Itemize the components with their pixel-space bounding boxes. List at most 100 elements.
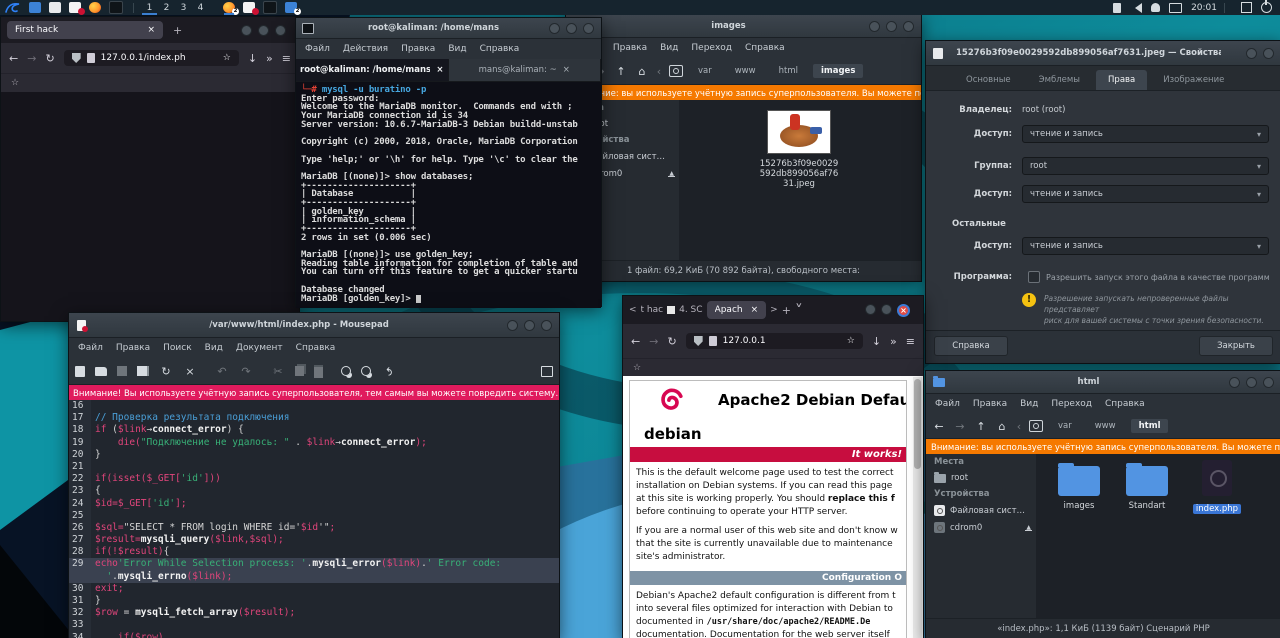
up-button[interactable]: ↑ <box>974 420 988 433</box>
taskbar-terminal-icon[interactable] <box>263 1 277 14</box>
copy-icon[interactable] <box>295 366 304 376</box>
menu-help[interactable]: Справка <box>1105 399 1145 409</box>
terminal-tab-mans[interactable]: mans@kaliman: ~ × <box>449 59 602 81</box>
bookmark-star-icon[interactable]: ☆ <box>223 53 231 63</box>
close-dialog-button[interactable]: Закрыть <box>1199 336 1273 356</box>
launcher-terminal-icon[interactable] <box>109 1 123 14</box>
eject-icon[interactable]: ▲ <box>668 171 675 177</box>
downloads-button[interactable]: ↓ <box>248 52 257 65</box>
tab-permissions[interactable]: Права <box>1096 70 1147 90</box>
minimize-button[interactable] <box>241 25 252 36</box>
menu-edit[interactable]: Правка <box>613 43 647 53</box>
menu-edit[interactable]: Правка <box>401 44 435 54</box>
clipboard-tray-icon[interactable] <box>1113 3 1121 13</box>
html-titlebar[interactable]: html <box>926 371 1280 394</box>
sidebar-item-cdrom[interactable]: cdrom0▲ <box>926 519 1036 536</box>
menu-help[interactable]: Справка <box>745 43 785 53</box>
menu-go[interactable]: Переход <box>1051 399 1092 409</box>
menu-help[interactable]: Справка <box>480 44 520 54</box>
reload-button[interactable]: ↻ <box>667 335 676 348</box>
eject-icon[interactable]: ▲ <box>1025 525 1032 531</box>
taskbar-thunar-icon[interactable]: 2 <box>285 2 297 13</box>
taskbar-mousepad-icon[interactable] <box>243 2 255 13</box>
close-button[interactable] <box>1263 377 1274 388</box>
cut-icon[interactable]: ✂ <box>271 365 285 378</box>
terminal-output[interactable]: └─# mysql -u buratino -pEnter password: … <box>296 82 601 308</box>
reload-icon[interactable]: ↻ <box>159 365 173 378</box>
menu-file[interactable]: Файл <box>78 343 103 353</box>
group-dropdown[interactable]: root▾ <box>1022 157 1269 175</box>
menu-actions[interactable]: Действия <box>343 44 388 54</box>
overflow-menu-icon[interactable]: » <box>266 52 273 65</box>
url-bar[interactable]: 127.0.0.1 ☆ <box>686 333 863 349</box>
kali-logo-icon[interactable] <box>4 1 21 14</box>
page-scrollbar[interactable] <box>913 377 922 638</box>
app-menu-button[interactable]: ≡ <box>906 335 915 348</box>
filesystem-icon[interactable] <box>1029 420 1043 432</box>
new-tab-button[interactable]: + <box>782 304 791 317</box>
back-button[interactable]: ← <box>9 52 18 65</box>
mousepad-titlebar[interactable]: /var/www/html/index.php - Mousepad <box>69 313 559 338</box>
tab-close-icon[interactable]: × <box>751 305 759 315</box>
crumb-scroll-left-icon[interactable]: ‹ <box>656 65 662 78</box>
power-icon[interactable] <box>1261 2 1272 13</box>
close-button[interactable] <box>583 23 594 34</box>
close-button[interactable] <box>541 320 552 331</box>
close-button[interactable] <box>275 25 286 36</box>
menu-view[interactable]: Вид <box>205 343 223 353</box>
packages-tray-icon[interactable] <box>1241 2 1252 13</box>
url-text[interactable]: 127.0.0.1 <box>723 336 841 346</box>
redo-icon[interactable]: ↷ <box>239 365 253 378</box>
close-file-icon[interactable]: × <box>183 365 197 378</box>
maximize-button[interactable] <box>881 304 892 315</box>
firefox1-tab-first-hack[interactable]: First hack × <box>7 21 163 39</box>
url-text[interactable]: 127.0.0.1/index.ph <box>101 53 217 63</box>
bookmark-star-icon[interactable]: ☆ <box>847 336 855 346</box>
workspace-1[interactable]: 1 <box>141 3 158 13</box>
downloads-button[interactable]: ↓ <box>872 335 881 348</box>
menu-search[interactable]: Поиск <box>163 343 192 353</box>
allow-execute-checkbox[interactable] <box>1028 271 1040 283</box>
maximize-button[interactable] <box>1246 48 1257 59</box>
home-button[interactable]: ⌂ <box>995 420 1009 433</box>
breadcrumb-html[interactable]: html <box>1131 419 1169 433</box>
save-icon[interactable] <box>117 366 127 376</box>
tab-sql-lesson[interactable]: 4. SC <box>667 305 702 315</box>
tab-scroll-right-icon[interactable]: > <box>770 305 778 315</box>
menu-edit[interactable]: Правка <box>116 343 150 353</box>
overflow-menu-icon[interactable]: » <box>890 335 897 348</box>
workspace-3[interactable]: 3 <box>175 3 192 13</box>
workspace-2[interactable]: 2 <box>158 3 175 13</box>
import-bookmarks-icon[interactable]: ☆ <box>11 78 19 88</box>
tab-apache-active[interactable]: Apach × <box>707 301 767 319</box>
breadcrumb-var[interactable]: var <box>690 64 720 78</box>
new-file-icon[interactable] <box>75 366 85 377</box>
minimize-button[interactable] <box>1229 377 1240 388</box>
tab-close-icon[interactable]: × <box>436 65 443 75</box>
menu-help[interactable]: Справка <box>296 343 336 353</box>
reload-button[interactable]: ↻ <box>45 52 54 65</box>
save-as-icon[interactable] <box>137 366 149 376</box>
close-button[interactable] <box>1263 48 1274 59</box>
tab-scroll-left-icon[interactable]: < <box>629 305 637 315</box>
menu-view[interactable]: Вид <box>448 44 466 54</box>
paste-icon[interactable] <box>314 365 323 378</box>
launcher-mousepad-icon[interactable] <box>69 2 81 13</box>
open-file-icon[interactable] <box>95 367 107 376</box>
sidebar-item-filesystem[interactable]: Файловая сист… <box>926 502 1036 519</box>
tab-basic[interactable]: Основные <box>954 70 1023 90</box>
group-access-dropdown[interactable]: чтение и запись▾ <box>1022 185 1269 203</box>
terminal-tab-root[interactable]: root@kaliman: /home/mans × <box>296 59 449 81</box>
breadcrumb-var[interactable]: var <box>1050 419 1080 433</box>
taskbar-firefox-icon[interactable]: 2 <box>223 2 235 13</box>
menu-file[interactable]: Файл <box>305 44 330 54</box>
minimize-button[interactable] <box>549 23 560 34</box>
workspace-4[interactable]: 4 <box>192 3 209 13</box>
maximize-button[interactable] <box>258 25 269 36</box>
crumb-scroll-left-icon[interactable]: ‹ <box>1016 420 1022 433</box>
breadcrumb-images[interactable]: images <box>813 64 863 78</box>
images-file-area[interactable]: 15276b3f09e0029 592db899056af76 31.jpeg <box>679 100 921 261</box>
close-button[interactable]: × <box>897 304 910 317</box>
breadcrumb-html[interactable]: html <box>771 64 806 78</box>
terminal-titlebar[interactable]: root@kaliman: /home/mans <box>296 18 601 39</box>
